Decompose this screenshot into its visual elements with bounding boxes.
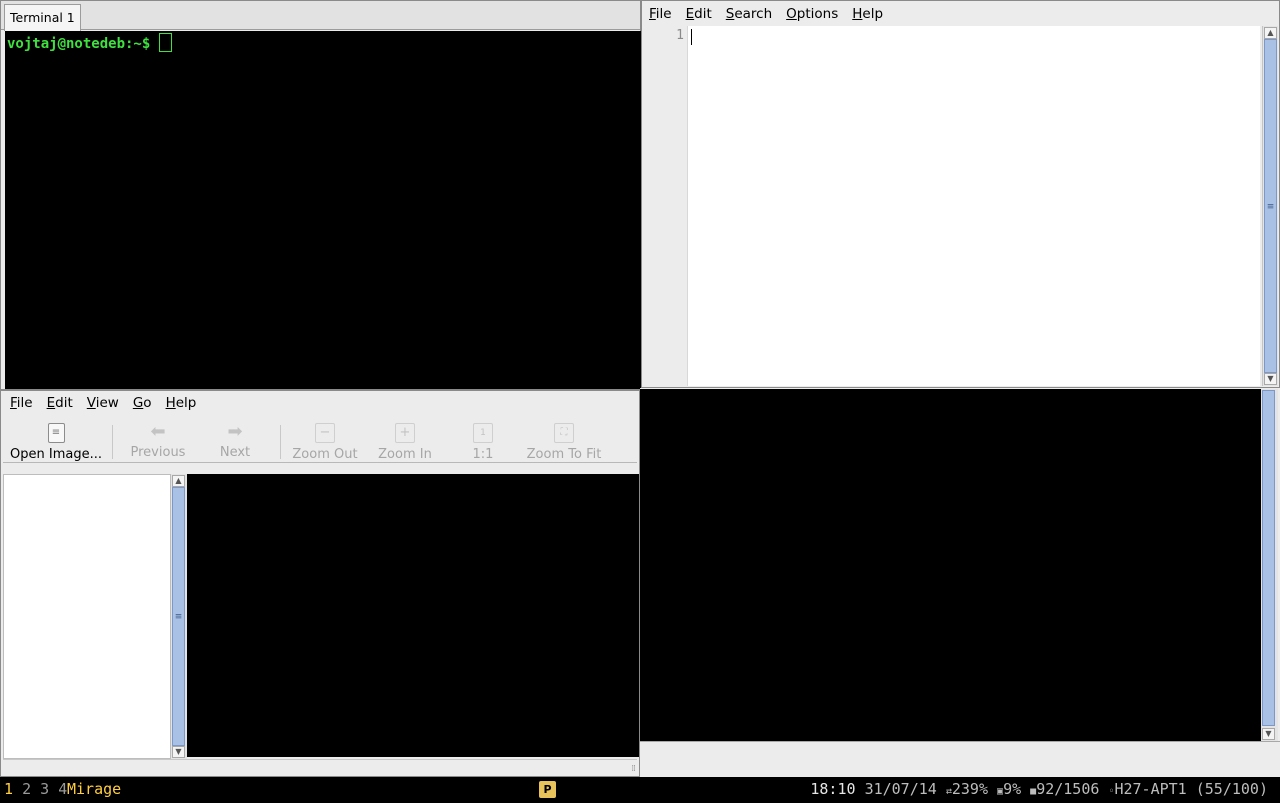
image-display-area[interactable] bbox=[187, 474, 639, 757]
editor-text-area[interactable] bbox=[688, 26, 1260, 386]
scroll-up-arrow-icon[interactable]: ▲ bbox=[1264, 27, 1277, 39]
previous-label: Previous bbox=[130, 445, 186, 460]
date: 31/07/14 bbox=[864, 780, 937, 798]
terminal-tabbar: Terminal 1 bbox=[1, 1, 640, 31]
thumbnail-scrollbar[interactable]: ▲ ≡ ▼ bbox=[171, 474, 187, 759]
viewer-menu-view[interactable]: View bbox=[80, 395, 126, 411]
toolbar-separator bbox=[112, 425, 113, 459]
image-viewer-window: File Edit View Go Help ≡ Open Image... ⬅… bbox=[0, 390, 640, 777]
scroll-down-arrow-icon[interactable]: ▼ bbox=[172, 746, 185, 758]
viewer-menu-go[interactable]: Go bbox=[126, 395, 159, 411]
terminal-screen[interactable]: vojtaj@notedeb:~$ bbox=[5, 31, 641, 389]
empty-window-scroll-thumb[interactable] bbox=[1262, 390, 1275, 726]
editor-menu-search[interactable]: Search bbox=[719, 6, 779, 22]
cpu-value: 9% bbox=[1003, 780, 1022, 798]
editor-menubar: File Edit Search Options Help bbox=[642, 2, 1279, 26]
previous-button[interactable]: ⬅ Previous bbox=[123, 415, 193, 463]
viewer-statusbar: ⁞⁞ bbox=[3, 759, 637, 776]
arrow-left-icon: ⬅ bbox=[150, 421, 166, 442]
viewer-menu-file[interactable]: File bbox=[3, 395, 40, 411]
editor-menu-help[interactable]: Help bbox=[845, 6, 890, 22]
editor-scroll-thumb[interactable]: ≡ bbox=[1264, 39, 1277, 373]
zoom-out-button[interactable]: − Zoom Out bbox=[289, 415, 361, 463]
editor-scrollbar[interactable]: ▲ ≡ ▼ bbox=[1262, 26, 1278, 386]
workspace-4[interactable]: 4 bbox=[58, 780, 67, 798]
toolbar-separator bbox=[280, 425, 281, 459]
wifi-value: H27-APT1 (55/100) bbox=[1114, 780, 1268, 798]
zoom-one-to-one-button[interactable]: 1 1:1 bbox=[465, 415, 501, 463]
memory-value: 92/1506 bbox=[1036, 780, 1100, 798]
line-number-gutter: 1 bbox=[642, 26, 688, 386]
zoom-in-label: Zoom In bbox=[378, 447, 432, 462]
empty-window-scrollbar[interactable]: ▼ bbox=[1261, 389, 1278, 741]
zoom-in-button[interactable]: + Zoom In bbox=[373, 415, 437, 463]
thumbnail-scroll-thumb[interactable]: ≡ bbox=[172, 487, 185, 746]
empty-window-bottom-bar bbox=[640, 741, 1280, 775]
clipboard-tray-icon[interactable]: P bbox=[539, 781, 556, 798]
scroll-down-arrow-icon[interactable]: ▼ bbox=[1264, 373, 1277, 385]
workspace-2[interactable]: 2 bbox=[22, 780, 31, 798]
terminal-tab-label: Terminal 1 bbox=[10, 10, 75, 25]
system-info: 18:10 31/07/14 ⇄239% ▣9% ■92/1506 ◦H27-A… bbox=[810, 778, 1268, 803]
prompt-text: vojtaj@notedeb:~$ bbox=[7, 36, 151, 52]
zoom-actual-size-icon: 1 bbox=[473, 423, 493, 443]
zoom-fit-icon: ⛶ bbox=[554, 423, 574, 443]
viewer-menubar: File Edit View Go Help bbox=[3, 391, 637, 415]
next-label: Next bbox=[219, 445, 251, 460]
zoom-to-fit-button[interactable]: ⛶ Zoom To Fit bbox=[523, 415, 605, 463]
one-to-one-label: 1:1 bbox=[472, 447, 494, 462]
open-image-button[interactable]: ≡ Open Image... bbox=[5, 415, 107, 463]
tab-terminal-1[interactable]: Terminal 1 bbox=[4, 4, 81, 31]
editor-menu-file[interactable]: File bbox=[642, 6, 679, 22]
workspace-1[interactable]: 1 bbox=[4, 780, 13, 798]
viewer-menu-edit[interactable]: Edit bbox=[40, 395, 80, 411]
terminal-cursor bbox=[159, 33, 173, 52]
scroll-down-arrow-icon[interactable]: ▼ bbox=[1262, 728, 1275, 740]
empty-window-content[interactable] bbox=[640, 389, 1261, 741]
arrow-right-icon: ➡ bbox=[227, 421, 243, 442]
zoom-out-label: Zoom Out bbox=[292, 447, 358, 462]
focused-window-title: Mirage bbox=[67, 780, 122, 798]
editor-menu-edit[interactable]: Edit bbox=[679, 6, 719, 22]
scroll-up-arrow-icon[interactable]: ▲ bbox=[172, 475, 185, 487]
editor-menu-options[interactable]: Options bbox=[779, 6, 845, 22]
empty-window: ▼ bbox=[640, 388, 1280, 777]
resize-grip-icon[interactable]: ⁞⁞ bbox=[631, 764, 636, 774]
system-statusbar: 1 2 3 4 Mirage P 18:10 31/07/14 ⇄239% ▣9… bbox=[0, 778, 1280, 800]
zoom-out-icon: − bbox=[315, 423, 335, 443]
open-image-label: Open Image... bbox=[10, 447, 102, 462]
network-value: 239% bbox=[951, 780, 988, 798]
terminal-prompt: vojtaj@notedeb:~$ bbox=[7, 33, 173, 54]
document-icon: ≡ bbox=[47, 423, 65, 443]
text-caret bbox=[691, 29, 692, 45]
text-editor-window: File Edit Search Options Help 1 ▲ ≡ ▼ bbox=[641, 0, 1280, 388]
terminal-window: Terminal 1 vojtaj@notedeb:~$ bbox=[0, 0, 641, 390]
zoom-to-fit-label: Zoom To Fit bbox=[526, 447, 602, 462]
zoom-in-icon: + bbox=[395, 423, 415, 443]
viewer-toolbar: ≡ Open Image... ⬅ Previous ➡ Next − Zoom… bbox=[3, 415, 637, 463]
viewer-menu-help[interactable]: Help bbox=[159, 395, 204, 411]
workspace-3[interactable]: 3 bbox=[40, 780, 49, 798]
thumbnail-pane[interactable] bbox=[3, 474, 171, 759]
line-number: 1 bbox=[676, 28, 684, 43]
next-button[interactable]: ➡ Next bbox=[203, 415, 267, 463]
workspace-switcher: 1 2 3 4 bbox=[4, 778, 67, 800]
clock: 18:10 bbox=[810, 780, 856, 798]
